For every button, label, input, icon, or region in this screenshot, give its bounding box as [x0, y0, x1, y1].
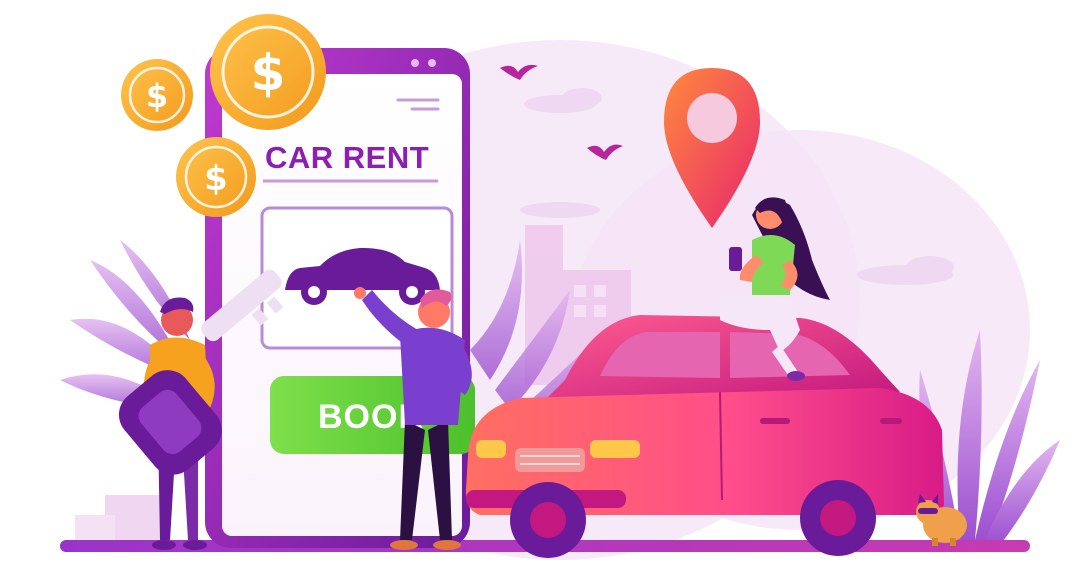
phone-camera	[411, 59, 419, 67]
dollar-coin-icon: $	[176, 137, 256, 217]
svg-text:$: $	[146, 77, 168, 115]
cloud-icon	[520, 202, 600, 218]
dollar-coin-icon: $	[210, 14, 326, 130]
app-title: CAR RENT	[265, 140, 429, 175]
car-rent-illustration: CAR RENT BOOK $ $ $	[60, 14, 1060, 560]
svg-text:$: $	[204, 159, 228, 199]
phone-camera	[428, 59, 436, 67]
dollar-coin-icon: $	[121, 59, 193, 131]
svg-text:$: $	[251, 44, 286, 102]
